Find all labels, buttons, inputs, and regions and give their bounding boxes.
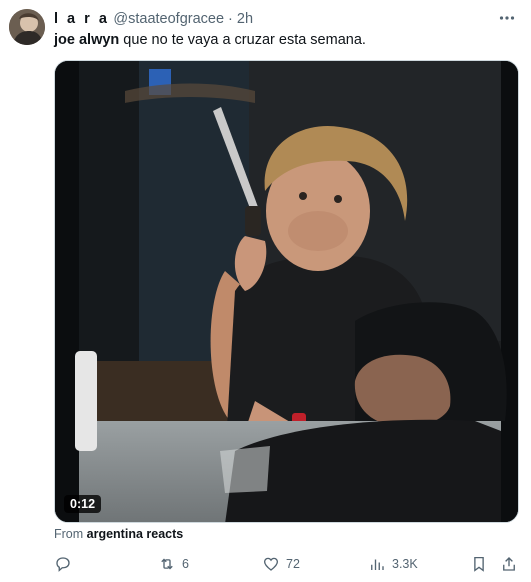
tweet[interactable]: l a r a @staateofgracee · 2h joe alwyn q…	[0, 0, 531, 582]
reply-icon	[56, 557, 70, 572]
avatar-image	[9, 9, 45, 45]
bookmark-icon	[474, 556, 484, 572]
timestamp[interactable]: 2h	[237, 11, 253, 27]
video-player[interactable]: 0:12	[54, 60, 519, 523]
source-attribution: From argentina reacts	[54, 527, 183, 541]
more-dots-glyph	[499, 16, 515, 20]
avatar[interactable]	[9, 9, 45, 45]
author-name[interactable]: l a r a	[54, 11, 109, 27]
views-button[interactable]: 3.3K	[368, 552, 418, 576]
more-dots-icon[interactable]	[495, 8, 519, 28]
bookmark-button[interactable]	[470, 552, 488, 576]
views-count: 3.3K	[392, 557, 418, 571]
source-link[interactable]: argentina reacts	[87, 527, 184, 541]
retweet-count: 6	[182, 557, 189, 571]
separator-dot: ·	[228, 11, 233, 27]
like-count: 72	[286, 557, 300, 571]
views-icon	[371, 559, 384, 570]
retweet-button[interactable]: 6	[158, 552, 189, 576]
share-button[interactable]	[500, 552, 518, 576]
tweet-text-rest: que no te vaya a cruzar esta semana.	[119, 32, 366, 48]
tweet-header: l a r a @staateofgracee · 2h	[54, 9, 253, 29]
video-duration-badge: 0:12	[64, 495, 102, 513]
tweet-text-bold: joe alwyn	[54, 32, 120, 48]
video-frame	[55, 61, 518, 522]
like-button[interactable]: 72	[262, 552, 300, 576]
action-bar: 6 72 3.3K	[54, 552, 519, 576]
author-handle[interactable]: @staateofgracee	[113, 11, 224, 27]
tweet-text: joe alwyn que no te vaya a cruzar esta s…	[54, 31, 366, 50]
source-prefix: From	[54, 527, 87, 541]
heart-icon	[263, 557, 279, 571]
share-icon	[503, 557, 515, 571]
retweet-icon	[161, 558, 173, 570]
reply-button[interactable]	[54, 552, 78, 576]
